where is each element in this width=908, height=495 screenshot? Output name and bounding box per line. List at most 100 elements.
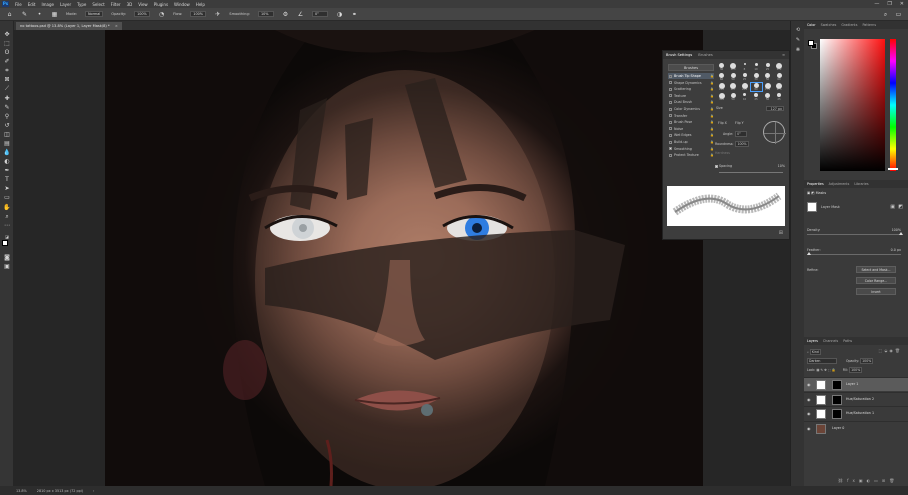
screen-mode-icon[interactable]: ▣ [3, 263, 11, 270]
brush-preset-icon[interactable]: • [36, 11, 43, 18]
frame-icon[interactable]: ⊠ [3, 76, 11, 83]
layer-mask-thumbnail[interactable] [832, 380, 842, 390]
lock-icon[interactable]: 🔒 [710, 106, 714, 112]
size-input[interactable]: 127 px [766, 106, 784, 111]
pixel-mask-icon[interactable]: ▣ [807, 191, 810, 195]
delete-layer-icon[interactable]: 🗑 [889, 478, 898, 483]
layer-row[interactable]: ◉ Hue/Saturation 2 [804, 391, 908, 406]
visibility-eye-icon[interactable]: ◉ [807, 397, 811, 402]
brush-angle-preview[interactable] [763, 121, 786, 144]
lock-icon[interactable]: 🔒 [710, 132, 714, 138]
hand-icon[interactable]: ✋ [3, 204, 11, 211]
menu-file[interactable]: File [15, 2, 22, 7]
brush-tip-preset[interactable]: 174 [762, 83, 773, 91]
lock-icon[interactable]: 🔒 [710, 99, 714, 105]
roundness-input[interactable]: 100% [735, 141, 749, 147]
move-icon[interactable]: ✥ [3, 31, 11, 38]
brush-option-checkbox[interactable] [669, 147, 672, 151]
angle-input[interactable]: 0° [311, 11, 328, 17]
type-icon[interactable]: T [3, 176, 11, 183]
feather-slider[interactable]: Feather: 0.0 px [807, 248, 901, 258]
brush-option-transfer[interactable]: Transfer 🔒 [668, 113, 714, 119]
tab-patterns[interactable]: Patterns [862, 23, 876, 27]
layer-row[interactable]: ◉ Hue/Saturation 1 [804, 406, 908, 420]
layer-thumbnail[interactable] [816, 423, 826, 434]
menu-help[interactable]: Help [196, 2, 205, 7]
brush-tip-preset[interactable]: 30 [751, 73, 762, 81]
brush-option-brush-pose[interactable]: Brush Pose 🔒 [668, 119, 714, 125]
brush-tip-preset[interactable]: 8 [739, 63, 750, 71]
link-layers-icon[interactable]: ⛓ [838, 478, 847, 483]
hue-slider-handle[interactable] [888, 168, 898, 170]
minimize-icon[interactable]: — [874, 1, 879, 7]
brush-option-checkbox[interactable] [669, 87, 672, 91]
rectangle-icon[interactable]: ▭ [3, 194, 11, 201]
canvas-area[interactable]: Brush Settings Brushes ≡ Brushes Brush T… [14, 30, 790, 486]
brush-tip-preset[interactable]: 175 [774, 83, 785, 91]
brush-option-texture[interactable]: Texture 🔒 [668, 93, 714, 99]
menu-window[interactable]: Window [174, 2, 190, 7]
color-range-button[interactable]: Color Range... [856, 277, 896, 284]
menu-layer[interactable]: Layer [60, 2, 71, 7]
add-vector-mask-icon[interactable]: ◩ [898, 204, 903, 210]
new-group-icon[interactable]: ▭ [874, 478, 882, 483]
search-icon[interactable]: ⌕ [882, 11, 889, 18]
brush-option-checkbox[interactable] [669, 107, 672, 111]
spacing-slider[interactable] [719, 172, 783, 173]
menu-view[interactable]: View [138, 2, 148, 7]
brush-tip-preset[interactable]: 25 [762, 63, 773, 71]
feather-value[interactable]: 0.0 px [891, 248, 901, 252]
layer-thumbnail[interactable] [816, 409, 826, 419]
gradient-icon[interactable]: ▤ [3, 140, 11, 147]
tab-color[interactable]: Color [807, 23, 816, 27]
brush-option-checkbox[interactable] [669, 133, 672, 137]
layer-thumbnail[interactable] [816, 394, 826, 405]
hue-slider[interactable] [890, 39, 896, 171]
tab-brush-settings[interactable]: Brush Settings [666, 53, 692, 57]
brush-tip-preset[interactable]: 25 [774, 93, 785, 101]
tab-gradients[interactable]: Gradients [841, 23, 857, 27]
tab-libraries[interactable]: Libraries [854, 182, 868, 186]
brush-tip-preset[interactable]: 50 [728, 93, 739, 101]
foreground-color-chip[interactable] [808, 40, 814, 46]
layer-opacity-input[interactable]: 100% [860, 358, 874, 364]
brushes-icon[interactable]: ❋ [794, 47, 802, 54]
brush-panel-toggle-icon[interactable]: ▦ [51, 11, 58, 18]
mode-select[interactable]: Normal [85, 11, 104, 17]
eraser-icon[interactable]: ◫ [3, 131, 11, 138]
brush-icon[interactable]: ✎ [3, 104, 11, 111]
menu-filter[interactable]: Filter [111, 2, 121, 7]
menu-3d[interactable]: 3D [127, 2, 133, 7]
quick-mask-icon[interactable]: ◙ [3, 254, 11, 261]
pressure-size-icon[interactable]: ◑ [336, 11, 343, 18]
feather-thumb[interactable] [807, 252, 811, 255]
brush-option-protect-texture[interactable]: Protect Texture 🔒 [668, 152, 714, 158]
brush-tip-preset[interactable]: 123 [728, 63, 739, 71]
zoom-icon[interactable]: ⌕ [3, 213, 11, 220]
marquee-icon[interactable]: ⬚ [3, 40, 11, 47]
brush-tip-preset[interactable]: 306 [716, 93, 727, 101]
document-tab-close-icon[interactable]: × [115, 24, 118, 28]
default-colors-icon[interactable]: ◪ [3, 233, 11, 240]
angle-input[interactable]: 0° [735, 131, 748, 137]
brush-tool-icon[interactable]: ✎ [21, 11, 28, 18]
brush-option-checkbox[interactable] [669, 74, 672, 78]
maximize-icon[interactable]: ❐ [887, 1, 891, 7]
layer-row[interactable]: ◉ Layer 0 [804, 420, 908, 435]
zoom-level[interactable]: 13.8% [16, 489, 27, 493]
spacing-value[interactable]: 10% [778, 164, 785, 168]
tab-channels[interactable]: Channels [823, 339, 838, 343]
status-arrow-icon[interactable]: › [93, 489, 94, 493]
path-select-icon[interactable]: ➤ [3, 185, 11, 192]
brushes-button[interactable]: Brushes [668, 64, 714, 71]
flip-x-checkbox[interactable]: Flip X [718, 121, 727, 125]
lock-icon[interactable]: 🔒 [710, 139, 714, 145]
visibility-eye-icon[interactable]: ◉ [807, 426, 811, 431]
lock-icon[interactable]: 🔒 [710, 146, 714, 152]
dodge-icon[interactable]: ◐ [3, 158, 11, 165]
brush-tip-preset[interactable]: 16 [739, 93, 750, 101]
brush-tip-preset[interactable]: 25 [739, 73, 750, 81]
history-brush-icon[interactable]: ↺ [3, 122, 11, 129]
brush-settings-icon[interactable]: ✎ [794, 37, 802, 44]
lock-icon[interactable]: 🔒 [710, 113, 714, 119]
